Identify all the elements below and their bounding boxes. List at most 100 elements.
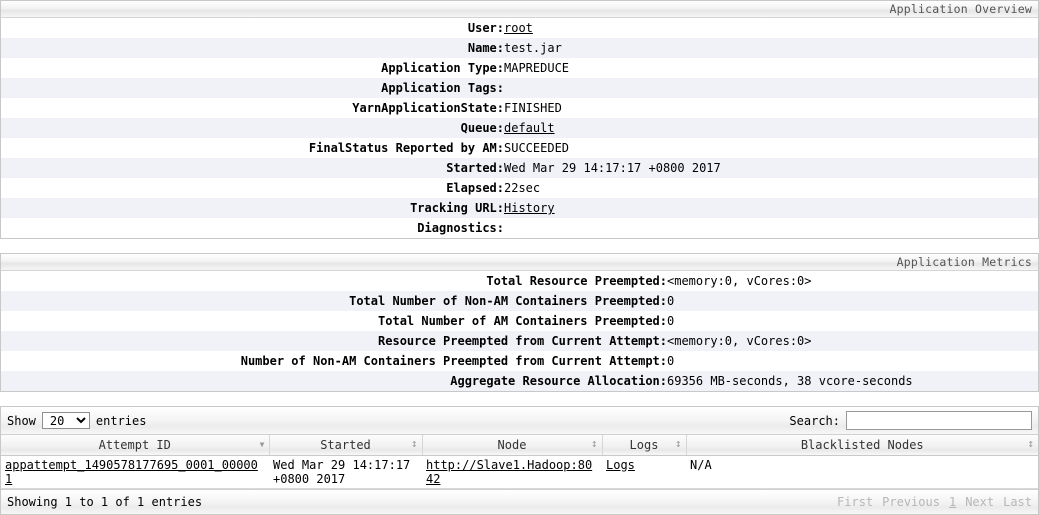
sort-both-icon[interactable] xyxy=(675,439,682,450)
node-link[interactable]: http://Slave1.Hadoop:8042 xyxy=(426,458,592,486)
column-header-blacklisted-nodes[interactable]: Blacklisted Nodes xyxy=(686,435,1038,456)
overview-row-yarn-application-state: YarnApplicationState: FINISHED xyxy=(1,98,1038,118)
panel-spacer xyxy=(0,239,1039,253)
attempt-id-link[interactable]: appattempt_1490578177695_0001_000001 xyxy=(5,458,258,486)
overview-value-application-tags xyxy=(504,78,1038,98)
column-header-attempt-id[interactable]: Attempt ID xyxy=(1,435,270,456)
metrics-value-aggregate-resource-allocation: 69356 MB-seconds, 38 vcore-seconds xyxy=(667,374,913,388)
overview-label-elapsed: Elapsed: xyxy=(446,181,504,195)
overview-label-application-type: Application Type: xyxy=(381,61,504,75)
overview-row-diagnostics: Diagnostics: xyxy=(1,218,1038,238)
datatable-toolbar: Show 20 40 60 80 100 entries Search: xyxy=(1,407,1038,435)
column-label-blacklisted-nodes: Blacklisted Nodes xyxy=(800,437,924,452)
column-label-started: Started xyxy=(320,437,371,452)
application-overview-panel: Application Overview User: root Name: te… xyxy=(0,0,1039,239)
application-metrics-body: Total Resource Preempted: <memory:0, vCo… xyxy=(0,271,1039,392)
metrics-label-non-am-containers-current-attempt: Number of Non-AM Containers Preempted fr… xyxy=(240,354,667,368)
application-attempts-table-wrapper: Show 20 40 60 80 100 entries Search: xyxy=(0,406,1039,515)
overview-row-application-type: Application Type: MAPREDUCE xyxy=(1,58,1038,78)
table-spacer xyxy=(0,392,1039,406)
attempts-table-header-row: Attempt ID Started Node xyxy=(1,435,1038,456)
cell-node: http://Slave1.Hadoop:8042 xyxy=(422,455,602,489)
column-label-attempt-id: Attempt ID xyxy=(98,437,171,452)
cell-blacklisted-nodes: N/A xyxy=(686,455,1038,489)
pagination-page-1[interactable]: 1 xyxy=(949,495,956,509)
search-input[interactable] xyxy=(846,411,1032,430)
cell-started: Wed Mar 29 14:17:17 +0800 2017 xyxy=(269,455,422,489)
queue-link[interactable]: default xyxy=(504,121,555,135)
overview-row-elapsed: Elapsed: 22sec xyxy=(1,178,1038,198)
metrics-row-resource-preempted-current-attempt: Resource Preempted from Current Attempt:… xyxy=(1,331,1038,351)
column-label-node: Node xyxy=(497,437,527,452)
page-length-control: Show 20 40 60 80 100 entries xyxy=(7,412,146,429)
metrics-row-non-am-containers-preempted: Total Number of Non-AM Containers Preemp… xyxy=(1,291,1038,311)
overview-row-queue: Queue: default xyxy=(1,118,1038,138)
metrics-row-non-am-containers-current-attempt: Number of Non-AM Containers Preempted fr… xyxy=(1,351,1038,371)
pagination: First Previous 1 Next Last xyxy=(837,495,1032,509)
metrics-row-total-resource-preempted: Total Resource Preempted: <memory:0, vCo… xyxy=(1,271,1038,291)
tracking-url-link[interactable]: History xyxy=(504,201,555,215)
pagination-previous[interactable]: Previous xyxy=(882,495,940,509)
overview-label-name: Name: xyxy=(467,41,504,55)
overview-value-user: root xyxy=(504,18,1038,38)
metrics-value-am-containers-preempted: 0 xyxy=(667,314,675,328)
overview-label-application-tags: Application Tags: xyxy=(381,81,504,95)
column-header-node[interactable]: Node xyxy=(422,435,603,456)
sort-desc-icon[interactable] xyxy=(260,440,265,450)
application-overview-header: Application Overview xyxy=(0,0,1039,18)
overview-label-diagnostics: Diagnostics: xyxy=(417,221,504,235)
overview-label-final-status: FinalStatus Reported by AM: xyxy=(308,141,504,155)
overview-value-diagnostics xyxy=(504,218,1038,238)
application-attempts-table: Attempt ID Started Node xyxy=(1,435,1038,489)
overview-label-tracking-url: Tracking URL: xyxy=(410,201,504,215)
user-link[interactable]: root xyxy=(504,21,533,35)
application-metrics-table: Total Resource Preempted: <memory:0, vCo… xyxy=(1,271,1038,391)
search-label: Search: xyxy=(789,413,840,428)
overview-row-application-tags: Application Tags: xyxy=(1,78,1038,98)
overview-label-started: Started: xyxy=(446,161,504,175)
metrics-value-non-am-containers-preempted: 0 xyxy=(667,294,675,308)
table-row: appattempt_1490578177695_0001_000001 Wed… xyxy=(1,455,1038,489)
application-metrics-panel: Application Metrics Total Resource Preem… xyxy=(0,253,1039,392)
column-label-logs: Logs xyxy=(629,437,659,452)
metrics-label-aggregate-resource-allocation: Aggregate Resource Allocation: xyxy=(450,374,667,388)
overview-value-elapsed: 22sec xyxy=(504,181,541,195)
overview-value-application-type: MAPREDUCE xyxy=(504,61,570,75)
column-header-logs[interactable]: Logs xyxy=(602,435,687,456)
overview-label-user: User: xyxy=(467,21,504,35)
overview-value-queue: default xyxy=(504,118,1038,138)
overview-row-started: Started: Wed Mar 29 14:17:17 +0800 2017 xyxy=(1,158,1038,178)
overview-value-started: Wed Mar 29 14:17:17 +0800 2017 xyxy=(504,161,721,175)
metrics-value-non-am-containers-current-attempt: 0 xyxy=(667,354,675,368)
overview-row-final-status: FinalStatus Reported by AM: SUCCEEDED xyxy=(1,138,1038,158)
metrics-row-am-containers-preempted: Total Number of AM Containers Preempted:… xyxy=(1,311,1038,331)
application-overview-table: User: root Name: test.jar Application Ty… xyxy=(1,18,1038,238)
cell-logs: Logs xyxy=(602,455,686,489)
pagination-next[interactable]: Next xyxy=(965,495,994,509)
metrics-label-total-resource-preempted: Total Resource Preempted: xyxy=(486,274,667,288)
column-header-started[interactable]: Started xyxy=(269,435,423,456)
sort-both-icon[interactable] xyxy=(591,439,598,450)
search-label-wrap: Search: xyxy=(789,411,1032,430)
overview-value-tracking-url: History xyxy=(504,198,1038,218)
page-length-select[interactable]: 20 40 60 80 100 xyxy=(41,412,90,429)
logs-link[interactable]: Logs xyxy=(606,458,635,472)
entries-label: entries xyxy=(95,413,147,428)
search-control: Search: xyxy=(789,411,1032,430)
overview-value-final-status: SUCCEEDED xyxy=(504,141,570,155)
page-length-label: Show 20 40 60 80 100 entries xyxy=(7,412,146,429)
metrics-row-aggregate-resource-allocation: Aggregate Resource Allocation: 69356 MB-… xyxy=(1,371,1038,391)
application-overview-body: User: root Name: test.jar Application Ty… xyxy=(0,18,1039,239)
sort-both-icon[interactable] xyxy=(411,439,418,450)
overview-label-yarn-application-state: YarnApplicationState: xyxy=(352,101,504,115)
pagination-last[interactable]: Last xyxy=(1003,495,1032,509)
overview-row-user: User: root xyxy=(1,18,1038,38)
metrics-label-resource-preempted-current-attempt: Resource Preempted from Current Attempt: xyxy=(378,334,667,348)
sort-both-icon[interactable] xyxy=(1027,439,1034,450)
application-page: Application Overview User: root Name: te… xyxy=(0,0,1039,515)
entries-info: Showing 1 to 1 of 1 entries xyxy=(7,494,203,509)
show-label: Show xyxy=(7,413,36,428)
application-metrics-header: Application Metrics xyxy=(0,253,1039,271)
cell-attempt-id: appattempt_1490578177695_0001_000001 xyxy=(1,455,269,489)
pagination-first[interactable]: First xyxy=(837,495,873,509)
